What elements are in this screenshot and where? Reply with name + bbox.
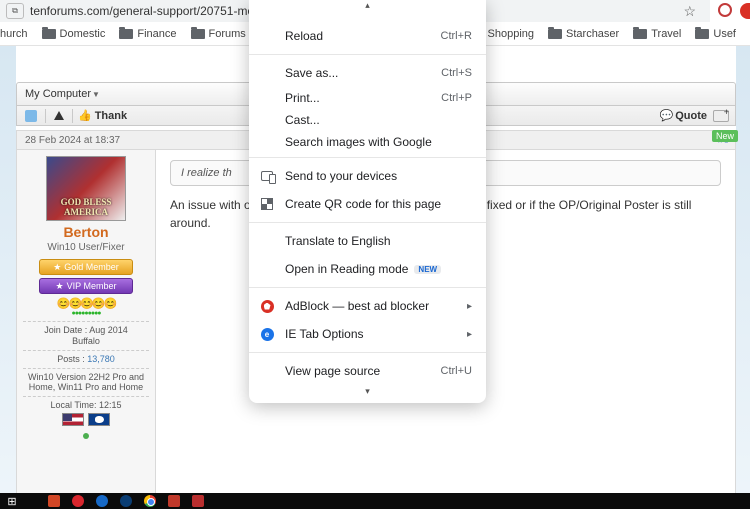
thumb-up-icon: 👍 bbox=[78, 109, 92, 122]
bookmark-item[interactable]: Finance bbox=[119, 28, 176, 40]
start-button[interactable]: ⊞ bbox=[0, 493, 24, 509]
taskbar-app-5[interactable] bbox=[162, 493, 186, 509]
taskbar-app-malwarebytes[interactable] bbox=[90, 493, 114, 509]
local-time: Local Time: 12:15 bbox=[17, 400, 155, 410]
extension-icon-1[interactable] bbox=[718, 3, 732, 17]
gold-member-badge: Gold Member bbox=[39, 259, 133, 275]
folder-icon bbox=[191, 29, 205, 39]
bookmark-item[interactable]: Travel bbox=[633, 28, 681, 40]
menu-print[interactable]: Print...Ctrl+P bbox=[249, 87, 486, 109]
context-menu: ▴ ReloadCtrl+R Save as...Ctrl+S Print...… bbox=[249, 0, 486, 403]
menu-reload[interactable]: ReloadCtrl+R bbox=[249, 22, 486, 50]
menu-scroll-up-icon[interactable]: ▴ bbox=[249, 0, 486, 14]
menu-cast[interactable]: Cast... bbox=[249, 109, 486, 131]
taskbar-app-thunderbird[interactable] bbox=[114, 493, 138, 509]
menu-save-as[interactable]: Save as...Ctrl+S bbox=[249, 59, 486, 87]
menu-create-qr-code[interactable]: Create QR code for this page bbox=[249, 190, 486, 218]
chevron-right-icon: ▸ bbox=[467, 301, 472, 312]
thank-button[interactable]: Thank bbox=[95, 110, 127, 122]
folder-icon bbox=[633, 29, 647, 39]
taskbar-app-chrome[interactable] bbox=[138, 493, 162, 509]
multiquote-button[interactable] bbox=[713, 110, 729, 122]
online-status-icon bbox=[83, 433, 89, 439]
system-info: Win10 Version 22H2 Pro and Home, Win11 P… bbox=[17, 372, 155, 392]
bookmark-star-icon[interactable]: ☆ bbox=[683, 3, 696, 20]
folder-icon bbox=[695, 29, 709, 39]
qr-code-icon bbox=[259, 196, 275, 212]
taskbar-app-6[interactable] bbox=[186, 493, 210, 509]
quote-button[interactable]: 💬Quote bbox=[660, 109, 707, 122]
avatar[interactable]: GOD BLESS AMERICA bbox=[46, 156, 126, 221]
new-pill: NEW bbox=[414, 265, 441, 274]
folder-icon bbox=[42, 29, 56, 39]
bookmark-item[interactable]: Forums bbox=[191, 28, 246, 40]
avatar-caption: GOD BLESS AMERICA bbox=[47, 197, 125, 217]
chevron-right-icon: ▸ bbox=[467, 329, 472, 340]
menu-send-to-devices[interactable]: Send to your devices bbox=[249, 162, 486, 190]
taskbar-app-powerpoint[interactable] bbox=[42, 493, 66, 509]
menu-scroll-down-icon[interactable]: ▾ bbox=[249, 385, 486, 397]
bookmark-item[interactable]: hurch bbox=[0, 28, 28, 40]
folder-icon bbox=[119, 29, 133, 39]
devices-icon bbox=[259, 168, 275, 184]
menu-search-images[interactable]: Search images with Google bbox=[249, 131, 486, 153]
reputation-icons: 😊😊😊😊😊 ●●●●●●●●● bbox=[17, 297, 155, 317]
new-badge: New bbox=[712, 130, 738, 142]
site-info-icon[interactable]: ⧉ bbox=[6, 3, 24, 19]
taskbar: ⊞ bbox=[0, 493, 750, 509]
my-computer-link[interactable]: My Computer▼ bbox=[25, 88, 100, 100]
user-flags bbox=[17, 413, 155, 429]
quote-icon: 💬 bbox=[660, 109, 674, 122]
bookmark-item[interactable]: Starchaser bbox=[548, 28, 619, 40]
username[interactable]: Berton bbox=[17, 224, 155, 240]
folder-icon bbox=[548, 29, 562, 39]
user-sidebar: GOD BLESS AMERICA Berton Win10 User/Fixe… bbox=[16, 150, 156, 509]
menu-translate[interactable]: Translate to English bbox=[249, 227, 486, 255]
bookmark-item[interactable]: Usef bbox=[695, 28, 736, 40]
post-date: 28 Feb 2024 at 18:37 bbox=[25, 135, 120, 146]
post-count: Posts : 13,780 bbox=[17, 354, 155, 364]
flag-wyoming-icon bbox=[88, 413, 110, 426]
menu-view-source[interactable]: View page sourceCtrl+U bbox=[249, 357, 486, 385]
vip-member-badge: VIP Member bbox=[39, 278, 133, 294]
bookmark-item[interactable]: Domestic bbox=[42, 28, 106, 40]
user-title: Win10 User/Fixer bbox=[17, 242, 155, 253]
adblock-icon bbox=[259, 298, 275, 314]
join-date: Join Date : Aug 2014 bbox=[17, 325, 155, 335]
ietab-icon: e bbox=[259, 326, 275, 342]
extension-icon-2[interactable] bbox=[740, 3, 750, 19]
user-location: Buffalo bbox=[17, 336, 155, 346]
taskbar-app-mega[interactable] bbox=[66, 493, 90, 509]
menu-adblock[interactable]: AdBlock — best ad blocker▸ bbox=[249, 292, 486, 320]
report-icon[interactable] bbox=[54, 111, 64, 120]
flag-us-icon bbox=[62, 413, 84, 426]
menu-reading-mode[interactable]: Open in Reading modeNEW bbox=[249, 255, 486, 283]
tag-icon[interactable] bbox=[25, 110, 37, 122]
menu-ie-tab[interactable]: eIE Tab Options▸ bbox=[249, 320, 486, 348]
